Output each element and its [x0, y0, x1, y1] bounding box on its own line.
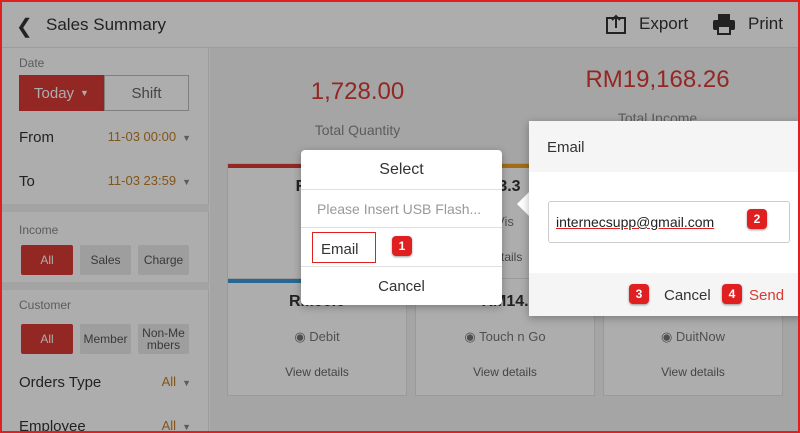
usb-option[interactable]: Please Insert USB Flash...	[317, 201, 495, 217]
select-dialog: Select Please Insert USB Flash... Email …	[301, 150, 502, 305]
popover-arrow	[517, 192, 529, 216]
divider	[301, 266, 502, 267]
divider	[301, 189, 502, 190]
select-cancel-button[interactable]: Cancel	[301, 278, 502, 295]
app-frame: ❮ Sales Summary Export Print Date Today …	[0, 0, 800, 433]
step-badge-2: 2	[747, 209, 767, 229]
email-send-button[interactable]: Send	[749, 287, 784, 304]
step-badge-1: 1	[392, 236, 412, 256]
divider	[301, 227, 502, 228]
email-option[interactable]: Email	[312, 232, 376, 263]
step-badge-3: 3	[629, 284, 649, 304]
email-cancel-button[interactable]: Cancel	[664, 287, 711, 304]
select-dialog-title: Select	[379, 161, 424, 178]
email-dialog-title: Email	[547, 139, 585, 156]
email-value: internecsupp@gmail.com	[556, 214, 715, 230]
email-dialog-header: Email	[529, 121, 798, 172]
email-dialog-footer: Cancel Send	[529, 273, 798, 316]
step-badge-4: 4	[722, 284, 742, 304]
